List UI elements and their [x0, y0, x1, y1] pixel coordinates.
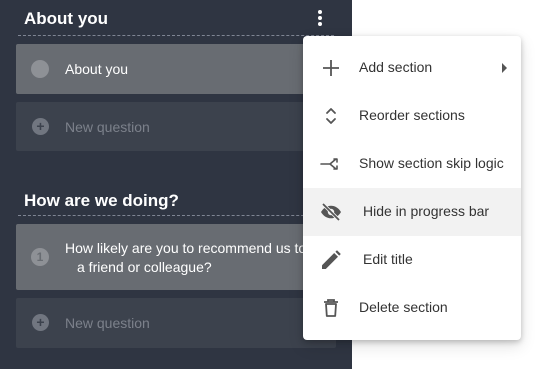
- eye-off-icon: [321, 202, 341, 222]
- menu-item-label: Show section skip logic: [359, 155, 504, 171]
- menu-item-reorder-sections[interactable]: Reorder sections: [303, 92, 521, 140]
- survey-builder: About you About you + New question How a…: [0, 0, 535, 369]
- menu-item-hide-progress[interactable]: Hide in progress bar: [303, 188, 521, 236]
- section-divider: [18, 35, 334, 36]
- question-label: About you: [65, 61, 129, 77]
- menu-item-label: Hide in progress bar: [363, 203, 490, 219]
- menu-item-skip-logic[interactable]: Show section skip logic: [303, 140, 521, 188]
- question-label-line2: a friend or colleague?: [77, 259, 212, 275]
- menu-item-label: Add section: [359, 59, 433, 75]
- new-question-label: New question: [65, 315, 150, 331]
- menu-item-edit-title[interactable]: Edit title: [303, 236, 521, 284]
- new-question-label: New question: [65, 119, 150, 135]
- section-divider: [18, 215, 334, 216]
- menu-item-add-section[interactable]: Add section: [303, 44, 521, 92]
- add-circle-icon: +: [32, 314, 49, 331]
- sections-panel: About you About you + New question How a…: [0, 0, 352, 369]
- section-title[interactable]: How are we doing?: [24, 191, 179, 211]
- trash-icon: [324, 299, 338, 317]
- question-card[interactable]: About you: [16, 44, 336, 94]
- question-label-line1: How likely are you to recommend us to: [65, 240, 307, 256]
- menu-item-delete-section[interactable]: Delete section: [303, 284, 521, 332]
- section-title[interactable]: About you: [24, 9, 108, 29]
- question-bullet-icon: [31, 60, 49, 78]
- plus-icon: [323, 60, 339, 76]
- add-circle-icon: +: [32, 118, 49, 135]
- menu-item-label: Edit title: [363, 251, 413, 267]
- reorder-icon: [326, 108, 336, 124]
- pencil-icon: [322, 250, 341, 269]
- new-question-button[interactable]: + New question: [16, 298, 336, 348]
- menu-item-label: Reorder sections: [359, 107, 465, 123]
- section-context-menu: Add section Reorder sections Show sectio…: [303, 36, 521, 340]
- skip-logic-icon: [320, 158, 338, 170]
- submenu-arrow-icon: [502, 63, 507, 73]
- new-question-button[interactable]: + New question: [16, 102, 336, 151]
- menu-item-label: Delete section: [359, 299, 448, 315]
- question-number-badge: 1: [31, 248, 49, 266]
- question-card[interactable]: 1 How likely are you to recommend us to …: [16, 224, 336, 290]
- section-menu-kebab-icon[interactable]: [312, 9, 328, 29]
